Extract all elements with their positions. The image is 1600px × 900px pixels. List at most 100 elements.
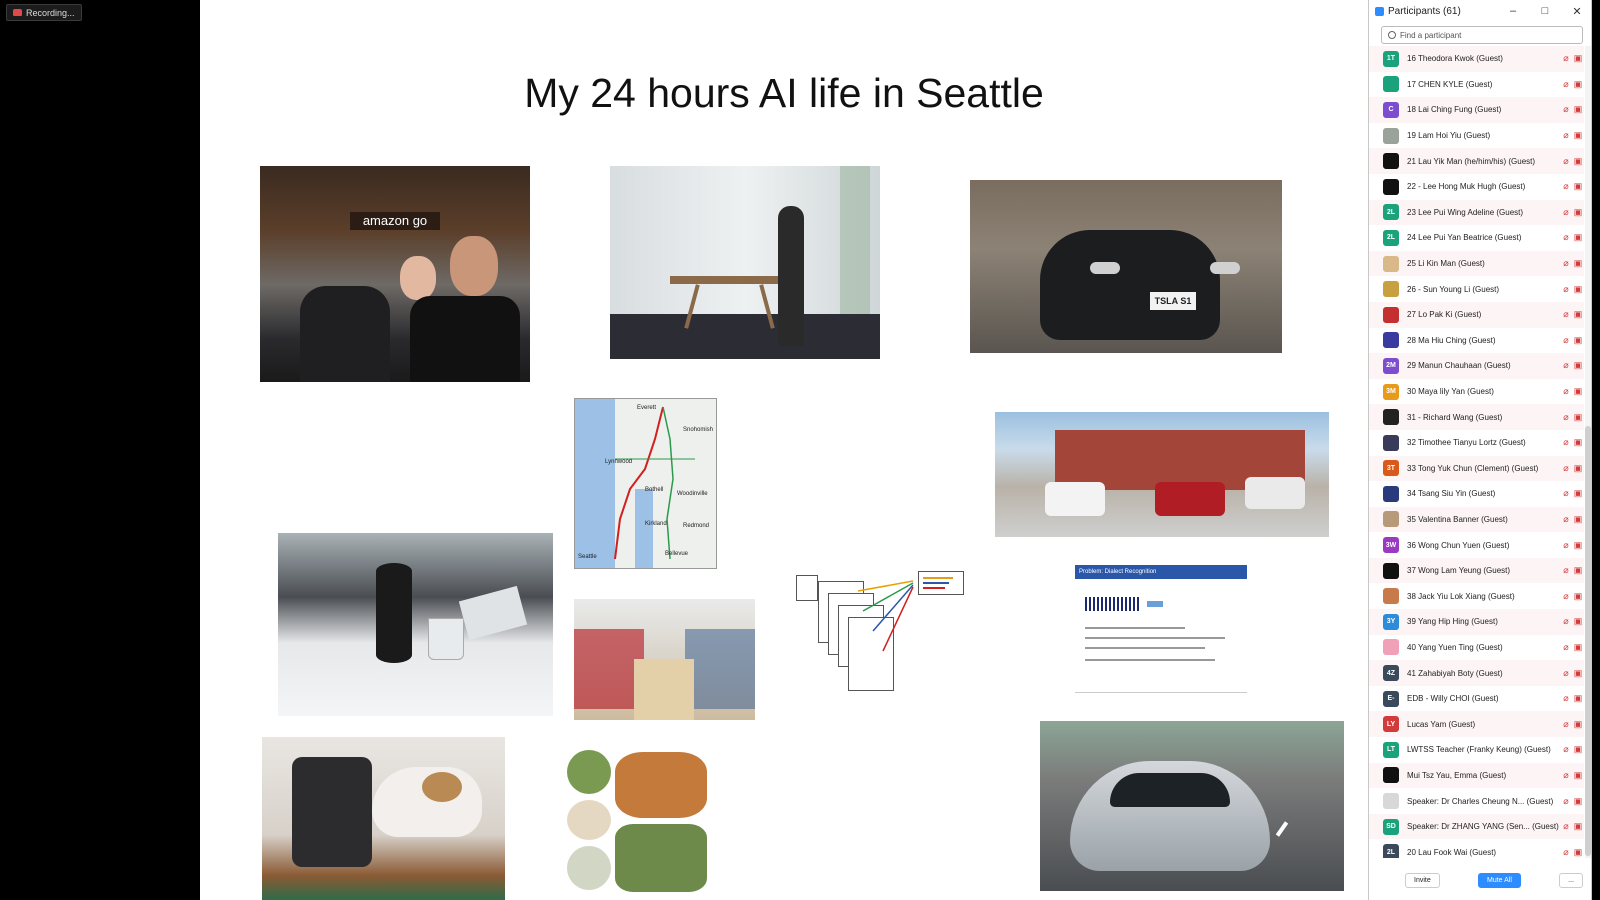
mic-muted-icon[interactable]: ⌀	[1560, 258, 1572, 269]
video-off-icon[interactable]: ▣	[1572, 53, 1584, 64]
video-off-icon[interactable]: ▣	[1572, 668, 1584, 679]
video-off-icon[interactable]: ▣	[1572, 540, 1584, 551]
video-off-icon[interactable]: ▣	[1572, 386, 1584, 397]
participant-row[interactable]: 1T 16 Theodora Kwok (Guest) ⌀ ▣	[1369, 46, 1584, 72]
participant-row[interactable]: E- EDB - Willy CHOI (Guest) ⌀ ▣	[1369, 685, 1584, 712]
mic-muted-icon[interactable]: ⌀	[1560, 668, 1572, 679]
recording-indicator[interactable]: Recording...	[6, 4, 82, 21]
video-off-icon[interactable]: ▣	[1572, 463, 1584, 474]
mic-muted-icon[interactable]: ⌀	[1560, 540, 1572, 551]
participant-row[interactable]: 38 Jack Yiu Lok Xiang (Guest) ⌀ ▣	[1369, 583, 1584, 610]
more-button[interactable]: ...	[1559, 872, 1583, 888]
participant-row[interactable]: Mui Tsz Yau, Emma (Guest) ⌀ ▣	[1369, 762, 1584, 789]
video-off-icon[interactable]: ▣	[1572, 616, 1584, 627]
video-off-icon[interactable]: ▣	[1572, 437, 1584, 448]
mic-muted-icon[interactable]: ⌀	[1560, 488, 1572, 499]
video-off-icon[interactable]: ▣	[1572, 642, 1584, 653]
mic-muted-icon[interactable]: ⌀	[1560, 437, 1572, 448]
video-off-icon[interactable]: ▣	[1572, 284, 1584, 295]
video-off-icon[interactable]: ▣	[1572, 335, 1584, 346]
mic-muted-icon[interactable]: ⌀	[1560, 616, 1572, 627]
video-off-icon[interactable]: ▣	[1572, 770, 1584, 781]
video-off-icon[interactable]: ▣	[1572, 821, 1584, 832]
participant-row[interactable]: 3M 30 Maya lily Yan (Guest) ⌀ ▣	[1369, 378, 1584, 405]
video-off-icon[interactable]: ▣	[1572, 232, 1584, 243]
participant-row[interactable]: LY Lucas Yam (Guest) ⌀ ▣	[1369, 711, 1584, 738]
participant-row[interactable]: 31 - Richard Wang (Guest) ⌀ ▣	[1369, 404, 1584, 430]
participant-row[interactable]: 27 Lo Pak Ki (Guest) ⌀ ▣	[1369, 301, 1584, 328]
mic-muted-icon[interactable]: ⌀	[1560, 130, 1572, 141]
mic-muted-icon[interactable]: ⌀	[1560, 565, 1572, 576]
video-off-icon[interactable]: ▣	[1572, 693, 1584, 704]
scrollbar[interactable]	[1585, 46, 1591, 858]
participant-row[interactable]: 3T 33 Tong Yuk Chun (Clement) (Guest) ⌀ ▣	[1369, 455, 1584, 482]
video-off-icon[interactable]: ▣	[1572, 796, 1584, 807]
participant-row[interactable]: 4Z 41 Zahabiyah Boty (Guest) ⌀ ▣	[1369, 660, 1584, 686]
mic-muted-icon[interactable]: ⌀	[1560, 821, 1572, 832]
mic-muted-icon[interactable]: ⌀	[1560, 796, 1572, 807]
participant-row[interactable]: 28 Ma Hiu Ching (Guest) ⌀ ▣	[1369, 327, 1584, 354]
video-off-icon[interactable]: ▣	[1572, 565, 1584, 576]
mic-muted-icon[interactable]: ⌀	[1560, 156, 1572, 167]
maximize-icon[interactable]: □	[1531, 5, 1559, 17]
video-off-icon[interactable]: ▣	[1572, 719, 1584, 730]
invite-button[interactable]: Invite	[1405, 872, 1440, 888]
video-off-icon[interactable]: ▣	[1572, 207, 1584, 218]
mic-muted-icon[interactable]: ⌀	[1560, 719, 1572, 730]
video-off-icon[interactable]: ▣	[1572, 79, 1584, 90]
mic-muted-icon[interactable]: ⌀	[1560, 642, 1572, 653]
mic-muted-icon[interactable]: ⌀	[1560, 360, 1572, 371]
participant-search[interactable]: Find a participant	[1381, 26, 1583, 44]
mic-muted-icon[interactable]: ⌀	[1560, 284, 1572, 295]
video-off-icon[interactable]: ▣	[1572, 591, 1584, 602]
participant-row[interactable]: 22 - Lee Hong Muk Hugh (Guest) ⌀ ▣	[1369, 173, 1584, 200]
video-off-icon[interactable]: ▣	[1572, 156, 1584, 167]
participant-row[interactable]: 2L 24 Lee Pui Yan Beatrice (Guest) ⌀ ▣	[1369, 225, 1584, 251]
video-off-icon[interactable]: ▣	[1572, 360, 1584, 371]
mic-muted-icon[interactable]: ⌀	[1560, 770, 1572, 781]
mic-muted-icon[interactable]: ⌀	[1560, 309, 1572, 320]
participant-row[interactable]: 34 Tsang Siu Yin (Guest) ⌀ ▣	[1369, 481, 1584, 507]
mic-muted-icon[interactable]: ⌀	[1560, 744, 1572, 755]
minimize-icon[interactable]: –	[1499, 5, 1527, 17]
mic-muted-icon[interactable]: ⌀	[1560, 104, 1572, 115]
video-off-icon[interactable]: ▣	[1572, 847, 1584, 858]
video-off-icon[interactable]: ▣	[1572, 130, 1584, 141]
participant-row[interactable]: 2L 23 Lee Pui Wing Adeline (Guest) ⌀ ▣	[1369, 199, 1584, 226]
participant-row[interactable]: 25 Li Kin Man (Guest) ⌀ ▣	[1369, 250, 1584, 277]
participant-row[interactable]: SD Speaker: Dr ZHANG YANG (Sen... (Guest)…	[1369, 813, 1584, 840]
participant-row[interactable]: LT LWTSS Teacher (Franky Keung) (Guest) ⌀ ▣	[1369, 737, 1584, 763]
scrollbar-thumb[interactable]	[1585, 426, 1591, 856]
participant-row[interactable]: 19 Lam Hoi Yiu (Guest) ⌀ ▣	[1369, 122, 1584, 149]
participant-row[interactable]: Speaker: Dr Charles Cheung N... (Guest) ⌀…	[1369, 788, 1584, 814]
mic-muted-icon[interactable]: ⌀	[1560, 79, 1572, 90]
participant-row[interactable]: 17 CHEN KYLE (Guest) ⌀ ▣	[1369, 71, 1584, 98]
mic-muted-icon[interactable]: ⌀	[1560, 181, 1572, 192]
mic-muted-icon[interactable]: ⌀	[1560, 412, 1572, 423]
participant-row[interactable]: 32 Timothee Tianyu Lortz (Guest) ⌀ ▣	[1369, 429, 1584, 456]
mic-muted-icon[interactable]: ⌀	[1560, 591, 1572, 602]
participant-row[interactable]: 2L 20 Lau Fook Wai (Guest) ⌀ ▣	[1369, 839, 1584, 858]
participant-row[interactable]: 3W 36 Wong Chun Yuen (Guest) ⌀ ▣	[1369, 532, 1584, 558]
video-off-icon[interactable]: ▣	[1572, 412, 1584, 423]
mic-muted-icon[interactable]: ⌀	[1560, 514, 1572, 525]
participant-row[interactable]: 35 Valentina Banner (Guest) ⌀ ▣	[1369, 506, 1584, 533]
mic-muted-icon[interactable]: ⌀	[1560, 463, 1572, 474]
mic-muted-icon[interactable]: ⌀	[1560, 386, 1572, 397]
mic-muted-icon[interactable]: ⌀	[1560, 693, 1572, 704]
mic-muted-icon[interactable]: ⌀	[1560, 53, 1572, 64]
participant-row[interactable]: 2M 29 Manun Chauhaan (Guest) ⌀ ▣	[1369, 353, 1584, 379]
video-off-icon[interactable]: ▣	[1572, 744, 1584, 755]
participant-row[interactable]: 3Y 39 Yang Hip Hing (Guest) ⌀ ▣	[1369, 609, 1584, 635]
mic-muted-icon[interactable]: ⌀	[1560, 207, 1572, 218]
video-off-icon[interactable]: ▣	[1572, 181, 1584, 192]
video-off-icon[interactable]: ▣	[1572, 309, 1584, 320]
video-off-icon[interactable]: ▣	[1572, 258, 1584, 269]
video-off-icon[interactable]: ▣	[1572, 514, 1584, 525]
participant-row[interactable]: 26 - Sun Young Li (Guest) ⌀ ▣	[1369, 276, 1584, 302]
mic-muted-icon[interactable]: ⌀	[1560, 232, 1572, 243]
video-off-icon[interactable]: ▣	[1572, 488, 1584, 499]
mic-muted-icon[interactable]: ⌀	[1560, 335, 1572, 346]
participant-row[interactable]: 37 Wong Lam Yeung (Guest) ⌀ ▣	[1369, 557, 1584, 584]
close-icon[interactable]: ✕	[1563, 5, 1591, 18]
